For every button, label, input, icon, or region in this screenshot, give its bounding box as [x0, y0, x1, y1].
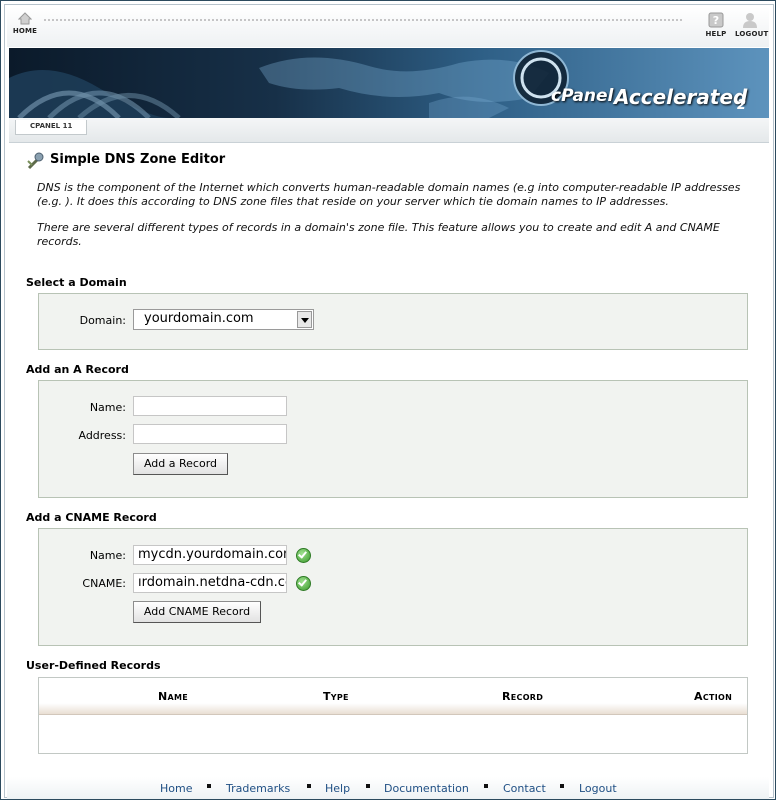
footer-separator: [207, 784, 211, 788]
logout-nav-label: LOGOUT: [735, 30, 769, 38]
user-records-heading: User-Defined Records: [26, 659, 161, 672]
column-header-action[interactable]: Action: [694, 690, 732, 703]
footer-separator: [484, 784, 488, 788]
footer-link-help[interactable]: Help: [325, 782, 350, 795]
footer-link-documentation[interactable]: Documentation: [384, 782, 469, 795]
a-address-label: Address:: [78, 429, 126, 442]
top-navigation: HOME ? HELP LOGOUT: [7, 7, 769, 47]
cname-name-label: Name:: [89, 549, 126, 562]
column-header-record[interactable]: Record: [502, 690, 543, 703]
help-nav-button[interactable]: ? HELP: [701, 12, 731, 38]
cpanel-logo-text: cPanel: [551, 86, 614, 106]
tab-cpanel[interactable]: CPANEL 11: [15, 120, 88, 135]
a-address-input[interactable]: [133, 424, 287, 444]
svg-text:?: ?: [713, 14, 720, 27]
nav-divider: [43, 18, 683, 22]
cname-record-heading: Add a CNAME Record: [26, 511, 157, 524]
cname-valid-check-icon: [296, 576, 311, 591]
a-name-label: Name:: [89, 401, 126, 414]
column-header-type[interactable]: Type: [323, 690, 349, 703]
domain-label: Domain:: [79, 314, 126, 327]
cname-target-input[interactable]: ırdomain.netdna-cdn.com: [133, 573, 287, 593]
footer-link-logout[interactable]: Logout: [579, 782, 617, 795]
footer-separator: [560, 784, 564, 788]
user-logout-icon: [743, 13, 757, 28]
page-title: Simple DNS Zone Editor: [50, 152, 226, 167]
dns-zone-icon: [27, 152, 44, 170]
footer-link-home[interactable]: Home: [160, 782, 192, 795]
intro-paragraph-dns: DNS is the component of the Internet whi…: [37, 181, 741, 208]
footer-separator: [307, 784, 311, 788]
a-name-input[interactable]: [133, 396, 287, 416]
breadcrumb-strip: CPANEL 11: [9, 118, 769, 143]
cname-target-label: CNAME:: [82, 577, 126, 590]
select-domain-heading: Select a Domain: [26, 276, 127, 289]
intro-paragraph-records: There are several different types of rec…: [37, 221, 720, 248]
footer-link-trademarks[interactable]: Trademarks: [226, 782, 290, 795]
domain-select-value: yourdomain.com: [144, 311, 254, 326]
help-nav-label: HELP: [705, 30, 727, 38]
logout-nav-button[interactable]: LOGOUT: [735, 12, 768, 38]
footer-link-contact[interactable]: Contact: [503, 782, 546, 795]
column-header-name[interactable]: Name: [158, 690, 188, 703]
help-icon: ?: [708, 12, 724, 28]
table-header: Name Type Record Action: [39, 678, 747, 715]
cname-name-input[interactable]: mycdn.yourdomain.com.c: [133, 545, 287, 565]
footer-links: Home Trademarks Help Documentation Conta…: [7, 777, 769, 799]
theme-version: 2: [737, 98, 747, 113]
intro-text: DNS is the component of the Internet whi…: [37, 181, 752, 261]
name-valid-check-icon: [296, 548, 311, 563]
home-nav-label: HOME: [12, 27, 38, 35]
accelerated-logo-text: Accelerated: [614, 85, 748, 109]
domain-select[interactable]: yourdomain.com: [133, 309, 314, 330]
home-nav-button[interactable]: HOME: [10, 12, 40, 35]
home-icon: [18, 12, 32, 25]
footer-separator: [366, 784, 370, 788]
chevron-down-icon[interactable]: [297, 311, 312, 328]
user-records-table: Name Type Record Action: [38, 677, 748, 754]
add-cname-record-button[interactable]: Add CNAME Record: [133, 601, 261, 623]
cpanel-banner: cPanel Accelerated 2: [9, 48, 769, 118]
a-record-heading: Add an A Record: [26, 363, 129, 376]
add-a-record-button[interactable]: Add a Record: [133, 453, 228, 475]
